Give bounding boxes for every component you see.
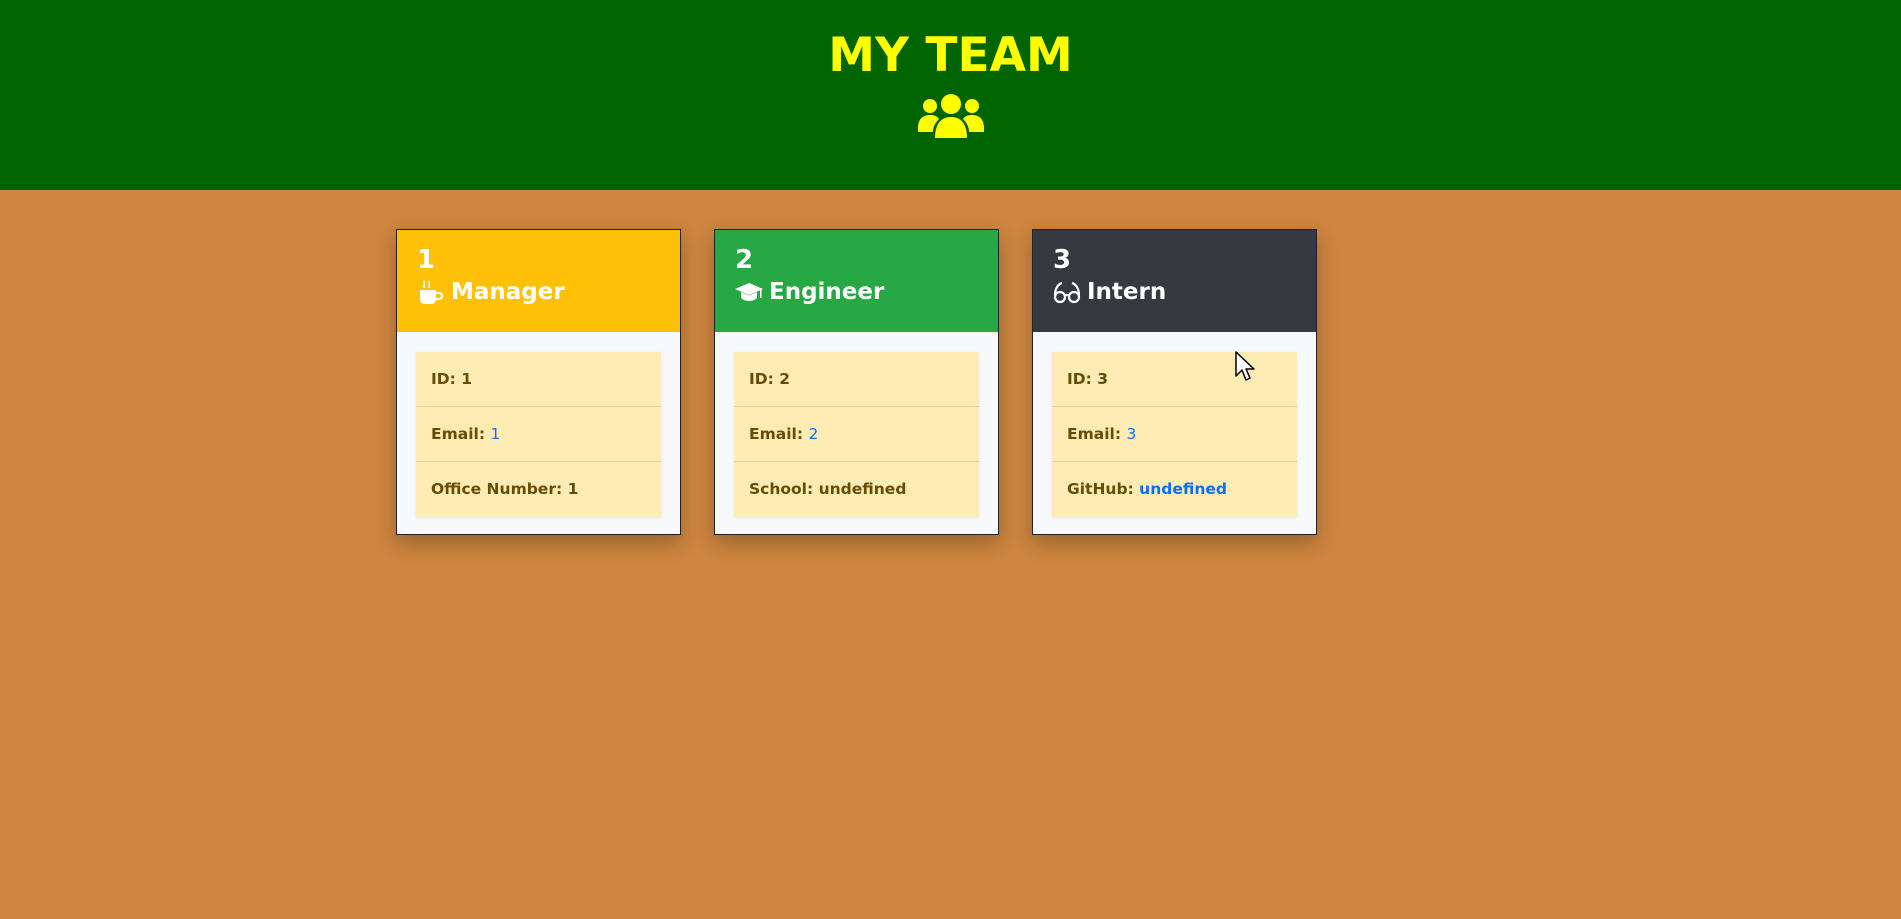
- glasses-icon: [1053, 281, 1081, 304]
- info-list: ID: 2 Email: 2 School: undefined: [734, 352, 979, 517]
- users-icon: [917, 94, 984, 138]
- card-body: ID: 1 Email: 1 Office Number: 1: [397, 332, 680, 537]
- info-list: ID: 1 Email: 1 Office Number: 1: [416, 352, 661, 517]
- email-label: Email:: [1067, 425, 1122, 443]
- school-label: School:: [749, 480, 814, 498]
- email-label: Email:: [749, 425, 804, 443]
- email-label: Email:: [431, 425, 486, 443]
- employee-name: 3: [1053, 245, 1072, 275]
- card-header: 2 Engineer: [715, 230, 998, 332]
- info-list: ID: 3 Email: 3 GitHub: undefined: [1052, 352, 1297, 517]
- card-header: 3 Intern: [1033, 230, 1316, 332]
- page-title: MY TEAM: [828, 28, 1073, 83]
- card-body: ID: 3 Email: 3 GitHub: undefined: [1033, 332, 1316, 537]
- email-row: Email: 1: [416, 407, 661, 462]
- employee-role: Intern: [1053, 276, 1296, 308]
- mug-hot-icon: [420, 280, 443, 304]
- graduation-cap-icon: [735, 283, 763, 301]
- id-row: ID: 3: [1052, 352, 1297, 407]
- page-header: MY TEAM: [0, 0, 1901, 190]
- email-row: Email: 2: [734, 407, 979, 462]
- school-row: School: undefined: [734, 462, 979, 517]
- id-value: 3: [1097, 370, 1109, 388]
- employee-card-engineer: 2 Engineer ID: 2 Email: 2 School: undefi…: [714, 229, 999, 535]
- email-row: Email: 3: [1052, 407, 1297, 462]
- role-label: Engineer: [769, 279, 885, 305]
- email-link[interactable]: 3: [1126, 425, 1136, 443]
- email-link[interactable]: 2: [808, 425, 818, 443]
- employee-name: 2: [735, 245, 754, 275]
- github-link[interactable]: undefined: [1139, 480, 1227, 498]
- office-number-label: Office Number:: [431, 480, 563, 498]
- employee-role: Manager: [417, 276, 660, 308]
- employee-card-manager: 1 Manager ID: 1 Email: 1 Office Number: …: [396, 229, 681, 535]
- id-value: 1: [461, 370, 473, 388]
- card-body: ID: 2 Email: 2 School: undefined: [715, 332, 998, 537]
- id-row: ID: 1: [416, 352, 661, 407]
- github-label: GitHub:: [1067, 480, 1134, 498]
- role-label: Intern: [1087, 279, 1167, 305]
- id-label: ID:: [749, 370, 774, 388]
- id-label: ID:: [1067, 370, 1092, 388]
- employee-role: Engineer: [735, 276, 978, 308]
- id-value: 2: [779, 370, 791, 388]
- mouse-cursor-icon: [1235, 351, 1255, 381]
- id-row: ID: 2: [734, 352, 979, 407]
- id-label: ID:: [431, 370, 456, 388]
- school-value: undefined: [818, 480, 907, 498]
- email-link[interactable]: 1: [490, 425, 500, 443]
- office-number-value: 1: [567, 480, 579, 498]
- office-number-row: Office Number: 1: [416, 462, 661, 517]
- card-header: 1 Manager: [397, 230, 680, 332]
- github-row: GitHub: undefined: [1052, 462, 1297, 517]
- employee-name: 1: [417, 245, 436, 275]
- role-label: Manager: [451, 279, 565, 305]
- employee-card-intern: 3 Intern ID: 3 Email: 3 GitHub: undefine…: [1032, 229, 1317, 535]
